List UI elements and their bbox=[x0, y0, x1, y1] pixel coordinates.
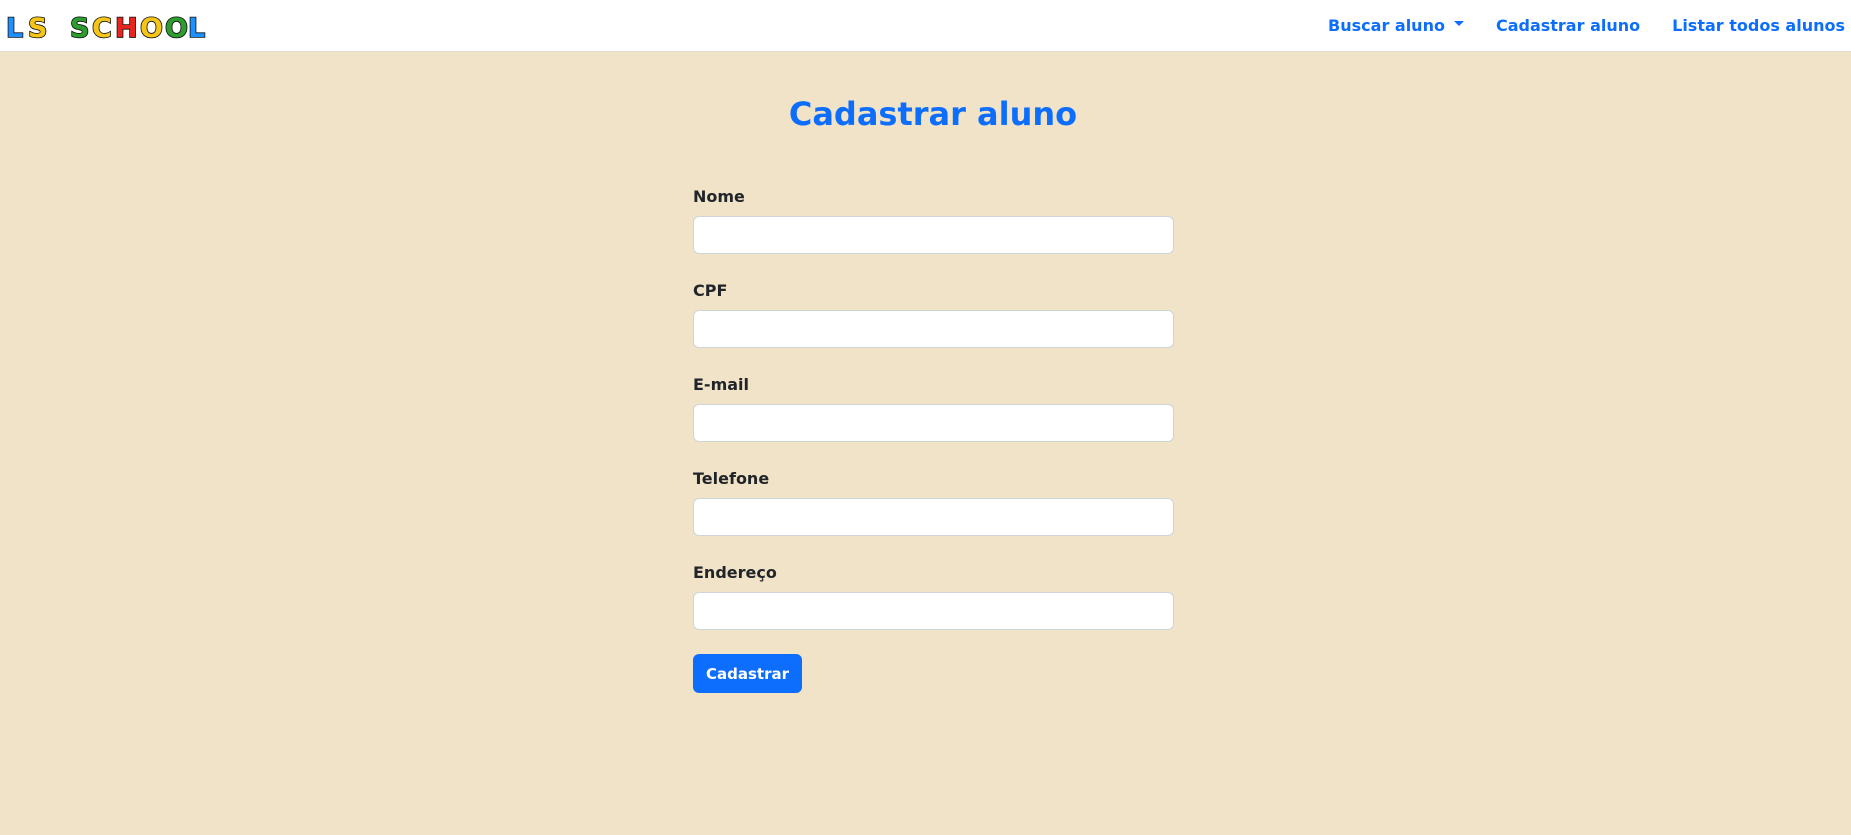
brand-logo-graphic: L S S C H O O L bbox=[6, 12, 206, 41]
nav-buscar-aluno-dropdown[interactable]: Buscar aluno bbox=[1312, 16, 1480, 35]
field-cpf: CPF bbox=[693, 281, 1174, 348]
endereco-label: Endereço bbox=[693, 563, 777, 582]
svg-text:L: L bbox=[6, 13, 23, 41]
nav-cadastrar-aluno-label: Cadastrar aluno bbox=[1495, 15, 1641, 35]
field-telefone: Telefone bbox=[693, 469, 1174, 536]
email-label: E-mail bbox=[693, 375, 750, 394]
telefone-input[interactable] bbox=[693, 498, 1174, 536]
svg-text:S: S bbox=[28, 13, 47, 41]
field-endereco: Endereço bbox=[693, 563, 1174, 630]
nav-links: Buscar aluno Cadastrar aluno Listar todo… bbox=[1312, 0, 1845, 50]
cadastrar-button[interactable]: Cadastrar bbox=[693, 654, 803, 693]
page-title: Cadastrar aluno bbox=[788, 95, 1078, 133]
endereco-input[interactable] bbox=[693, 592, 1174, 630]
nome-input[interactable] bbox=[693, 216, 1174, 254]
telefone-label: Telefone bbox=[693, 469, 770, 488]
nome-label: Nome bbox=[693, 187, 745, 206]
cpf-input[interactable] bbox=[693, 310, 1174, 348]
student-registration-form: Nome CPF E-mail Telefone Endereço Cadast… bbox=[693, 187, 1174, 693]
svg-text:L: L bbox=[188, 13, 205, 41]
svg-text:S: S bbox=[70, 13, 89, 41]
nav-listar-todos-alunos-label: Listar todos alunos bbox=[1672, 15, 1845, 35]
navbar: L S S C H O O L Buscar aluno Cadastrar a… bbox=[0, 0, 1851, 52]
field-nome: Nome bbox=[693, 187, 1174, 254]
svg-text:O: O bbox=[140, 13, 163, 41]
nav-listar-todos-alunos-link[interactable]: Listar todos alunos bbox=[1656, 16, 1845, 35]
caret-down-icon bbox=[1453, 20, 1464, 26]
cpf-label: CPF bbox=[693, 281, 728, 300]
nav-cadastrar-aluno-link[interactable]: Cadastrar aluno bbox=[1480, 16, 1656, 35]
email-input[interactable] bbox=[693, 404, 1174, 442]
svg-text:H: H bbox=[115, 13, 138, 41]
brand-logo[interactable]: L S S C H O O L bbox=[6, 11, 206, 41]
field-email: E-mail bbox=[693, 375, 1174, 442]
svg-text:O: O bbox=[165, 13, 188, 41]
svg-text:C: C bbox=[92, 13, 112, 41]
nav-buscar-aluno-label: Buscar aluno bbox=[1328, 15, 1445, 35]
